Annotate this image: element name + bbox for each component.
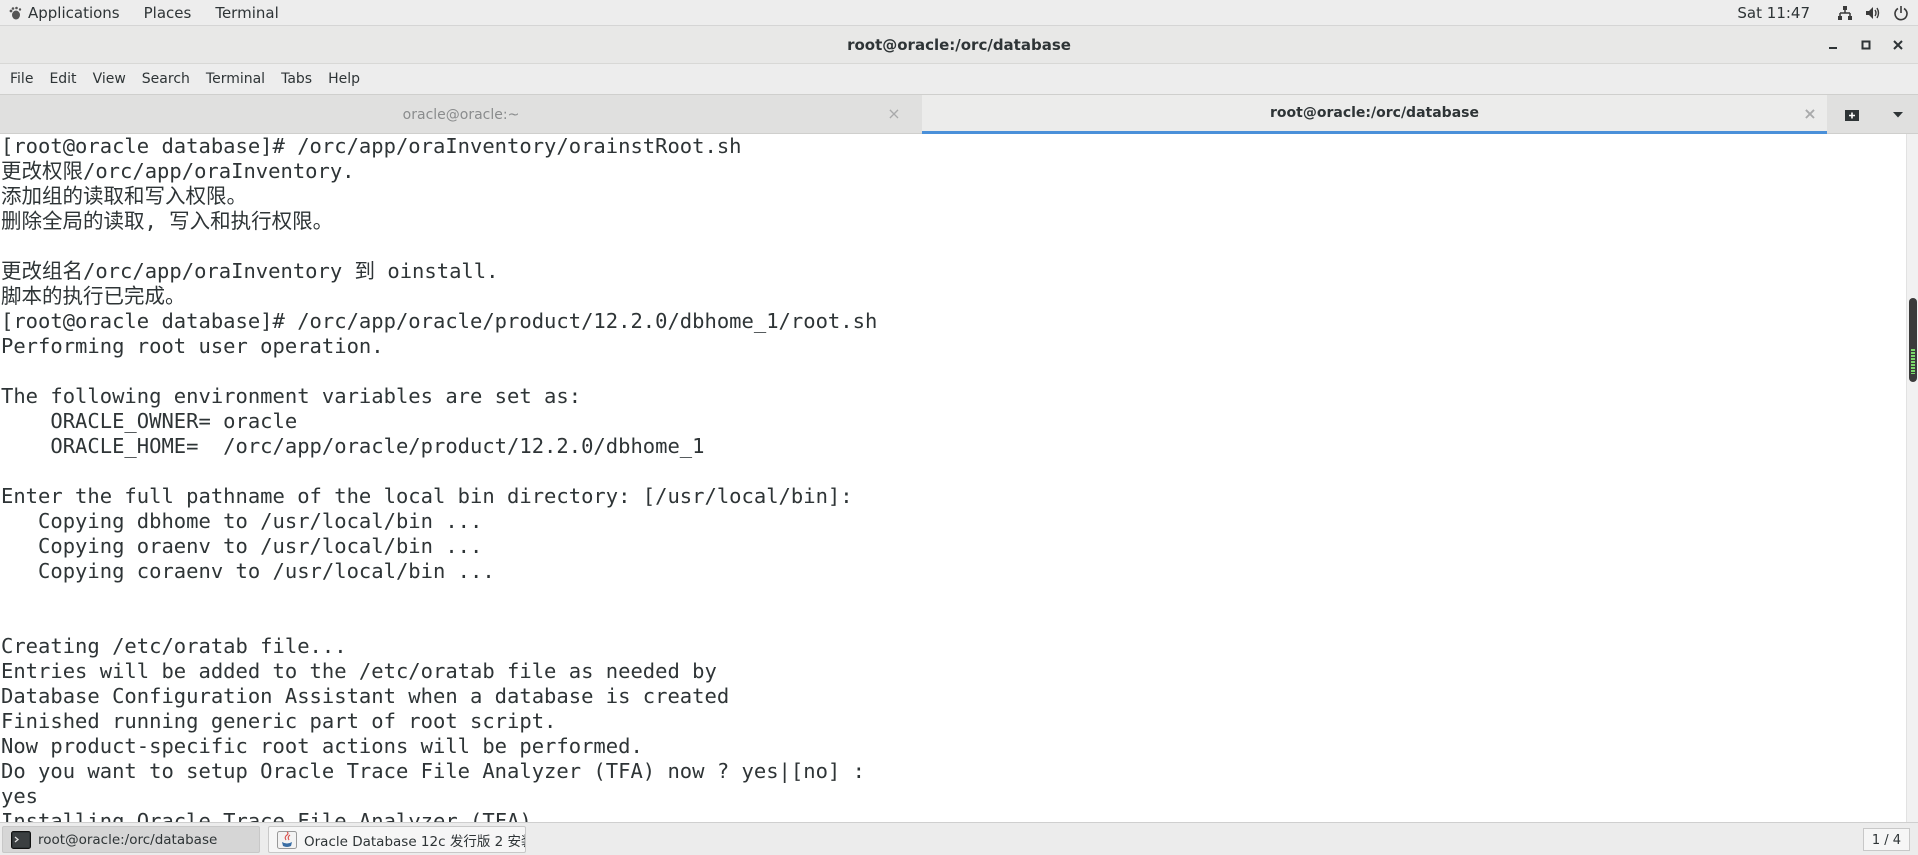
terminal-line: 添加组的读取和写入权限。 [1, 184, 247, 208]
power-icon[interactable] [1890, 2, 1912, 24]
terminal-line: Performing root user operation. [1, 334, 384, 358]
terminal-line: Database Configuration Assistant when a … [1, 684, 730, 708]
tab-close-icon[interactable]: × [1802, 106, 1818, 122]
terminal-line: Finished running generic part of root sc… [1, 709, 557, 733]
terminal-line: Copying coraenv to /usr/local/bin ... [1, 559, 495, 583]
close-icon [1893, 40, 1903, 50]
menu-edit[interactable]: Edit [41, 64, 84, 94]
new-tab-button[interactable] [1840, 103, 1864, 127]
terminal-icon [11, 830, 31, 849]
terminal-app-menu[interactable]: Terminal [203, 0, 290, 26]
tab-list-button[interactable] [1886, 103, 1910, 127]
new-tab-icon [1845, 110, 1859, 121]
terminal-line: Enter the full pathname of the local bin… [1, 484, 853, 508]
window-title: root@oracle:/orc/database [847, 36, 1071, 54]
taskbar-item-label: Oracle Database 12c 发行版 2 安装... [304, 833, 526, 850]
tab-root-database[interactable]: root@oracle:/orc/database × [922, 95, 1827, 134]
taskbar-item-terminal[interactable]: root@oracle:/orc/database [2, 826, 260, 853]
terminal-line: [root@oracle database]# /orc/app/oraInve… [1, 134, 742, 158]
tab-label: oracle@oracle:~ [402, 106, 520, 123]
terminal-output[interactable]: [root@oracle database]# /orc/app/oraInve… [0, 134, 1906, 822]
places-menu[interactable]: Places [132, 0, 204, 26]
terminal-line: Copying dbhome to /usr/local/bin ... [1, 509, 483, 533]
clock[interactable]: Sat 11:47 [1737, 4, 1834, 22]
terminal-line: 删除全局的读取, 写入和执行权限。 [1, 209, 334, 233]
applications-menu[interactable]: Applications [0, 0, 132, 26]
scrollbar-thumb[interactable] [1909, 298, 1917, 382]
taskbar-item-label: root@oracle:/orc/database [38, 831, 218, 848]
maximize-icon [1861, 40, 1871, 50]
terminal-line: Creating /etc/oratab file... [1, 634, 347, 658]
gnome-top-bar: Applications Places Terminal Sat 11:47 [0, 0, 1918, 26]
terminal-line: 脚本的执行已完成。 [1, 284, 186, 308]
terminal-line: ORACLE_OWNER= oracle [1, 409, 298, 433]
applications-label: Applications [28, 3, 120, 22]
terminal-line: 更改权限/orc/app/oraInventory. [1, 159, 355, 183]
menu-view[interactable]: View [85, 64, 134, 94]
window-title-bar[interactable]: root@oracle:/orc/database [0, 26, 1918, 64]
menu-tabs[interactable]: Tabs [273, 64, 320, 94]
terminal-line: 更改组名/orc/app/oraInventory 到 oinstall. [1, 259, 499, 283]
volume-icon[interactable] [1862, 2, 1884, 24]
scrollbar-grip [1911, 348, 1915, 374]
minimize-button[interactable] [1822, 34, 1844, 56]
close-window-button[interactable] [1887, 34, 1909, 56]
menu-search[interactable]: Search [134, 64, 198, 94]
tab-bar: oracle@oracle:~ × root@oracle:/orc/datab… [0, 94, 1918, 134]
menu-file[interactable]: File [2, 64, 41, 94]
tab-close-icon[interactable]: × [886, 106, 902, 122]
network-icon[interactable] [1834, 2, 1856, 24]
maximize-button[interactable] [1855, 34, 1877, 56]
terminal-line: [root@oracle database]# /orc/app/oracle/… [1, 309, 878, 333]
system-status-area: Sat 11:47 [1737, 0, 1918, 26]
tab-label: root@oracle:/orc/database [1270, 105, 1479, 121]
chevron-down-icon [1893, 112, 1903, 118]
menu-terminal[interactable]: Terminal [198, 64, 273, 94]
taskbar-item-oracle-installer[interactable]: Oracle Database 12c 发行版 2 安装... [268, 826, 526, 853]
menu-bar: File Edit View Search Terminal Tabs Help [0, 64, 1918, 94]
terminal-line: Copying oraenv to /usr/local/bin ... [1, 534, 483, 558]
terminal-line: yes [1, 784, 39, 808]
workspace-indicator[interactable]: 1 / 4 [1862, 828, 1910, 851]
tab-oracle-home[interactable]: oracle@oracle:~ × [0, 95, 922, 134]
terminal-line: The following environment variables are … [1, 384, 582, 408]
gnome-foot-icon [9, 6, 22, 19]
terminal-scrollbar[interactable] [1906, 134, 1918, 822]
terminal-line: Now product-specific root actions will b… [1, 734, 643, 758]
java-icon [277, 830, 297, 849]
terminal-line: Do you want to setup Oracle Trace File A… [1, 759, 865, 783]
menu-help[interactable]: Help [320, 64, 368, 94]
minimize-icon [1829, 47, 1837, 49]
window-list-bar: root@oracle:/orc/database Oracle Databas… [0, 822, 1918, 855]
terminal-line: ORACLE_HOME= /orc/app/oracle/product/12.… [1, 434, 705, 458]
terminal-line: Installing Oracle Trace File Analyzer (T… [1, 809, 545, 822]
terminal-line: Entries will be added to the /etc/oratab… [1, 659, 717, 683]
